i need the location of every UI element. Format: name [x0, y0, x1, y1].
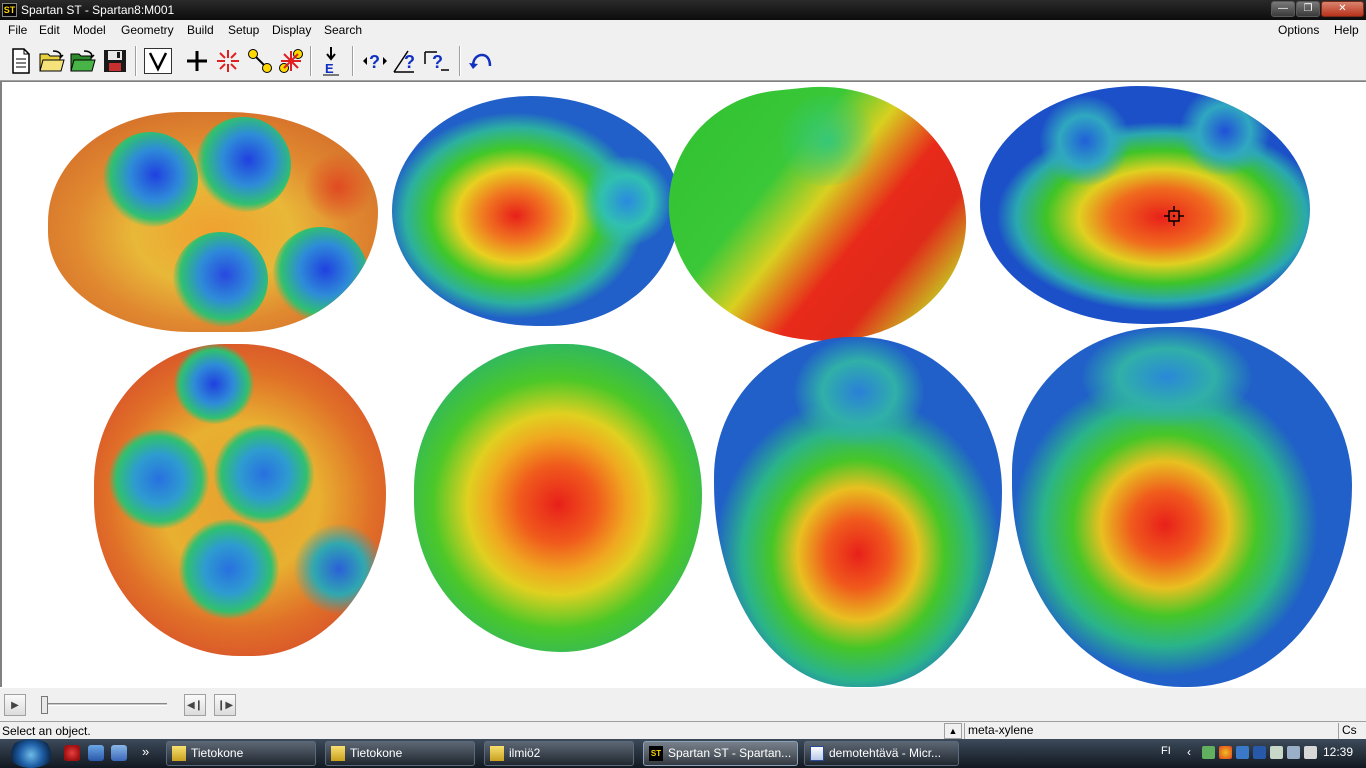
- title-bar: ST Spartan ST - Spartan8:M001 — ❐ ✕: [0, 0, 1366, 20]
- electrostatic-potential-map-3[interactable]: [657, 82, 978, 357]
- crosshair-cursor-icon: [1164, 206, 1184, 226]
- next-frame-button[interactable]: ❙▶: [214, 694, 236, 716]
- minimize-energy-icon[interactable]: E: [316, 45, 346, 77]
- tray-volume-icon[interactable]: [1304, 746, 1317, 759]
- molecule-viewport[interactable]: [0, 81, 1366, 687]
- toolbar: E ? ? ?: [0, 40, 1366, 81]
- break-bond-icon[interactable]: [276, 45, 306, 77]
- view-icon[interactable]: [143, 45, 173, 77]
- add-fragment-icon[interactable]: [182, 45, 212, 77]
- tray-expand-icon[interactable]: ‹: [1187, 745, 1191, 759]
- frame-slider-thumb[interactable]: [41, 696, 48, 714]
- restore-button[interactable]: ❐: [1296, 1, 1320, 17]
- menu-setup[interactable]: Setup: [228, 23, 259, 37]
- undo-icon[interactable]: [466, 45, 496, 77]
- menu-geometry[interactable]: Geometry: [121, 23, 174, 37]
- close-button[interactable]: ✕: [1321, 1, 1364, 17]
- tray-chrome-icon[interactable]: [1219, 746, 1232, 759]
- spartan-app-icon[interactable]: ST: [2, 3, 17, 17]
- taskbar-item-computer-1[interactable]: Tietokone: [166, 741, 316, 766]
- taskbar-item-spartan[interactable]: ST Spartan ST - Spartan...: [643, 741, 798, 766]
- measure-distance-icon[interactable]: ?: [360, 45, 390, 77]
- status-message: Select an object.: [2, 724, 91, 738]
- expand-arrow-icon[interactable]: ▲: [944, 723, 962, 739]
- electrostatic-potential-map-4[interactable]: [980, 86, 1310, 324]
- svg-text:E: E: [325, 61, 334, 76]
- electrostatic-potential-map-6[interactable]: [414, 344, 702, 652]
- electrostatic-potential-map-5[interactable]: [94, 344, 386, 656]
- open-recent-icon[interactable]: [68, 45, 98, 77]
- measure-angle-icon[interactable]: ?: [391, 45, 421, 77]
- molecule-name-field[interactable]: meta-xylene: [964, 723, 1338, 739]
- measure-dihedral-icon[interactable]: ?: [422, 45, 452, 77]
- point-group-label: Cs: [1338, 723, 1366, 739]
- menu-bar: File Edit Model Geometry Build Setup Dis…: [0, 20, 1366, 40]
- tray-network-drive-icon[interactable]: [1236, 746, 1249, 759]
- switch-windows-icon[interactable]: [111, 745, 127, 761]
- menu-search[interactable]: Search: [324, 23, 362, 37]
- electrostatic-potential-map-1[interactable]: [48, 112, 378, 332]
- svg-text:?: ?: [369, 52, 380, 72]
- status-bar: Select an object. ▲ meta-xylene Cs: [0, 721, 1366, 739]
- menu-build[interactable]: Build: [187, 23, 214, 37]
- play-button[interactable]: ▶: [4, 694, 26, 716]
- taskbar-item-computer-2[interactable]: Tietokone: [325, 741, 475, 766]
- menu-options[interactable]: Options: [1278, 23, 1319, 37]
- tray-network-icon[interactable]: [1287, 746, 1300, 759]
- taskbar: » Tietokone Tietokone ilmiö2 ST Spartan S…: [0, 739, 1366, 768]
- taskbar-item-folder[interactable]: ilmiö2: [484, 741, 634, 766]
- animation-controls: ▶ ◀❙ ❙▶: [0, 688, 1366, 721]
- electrostatic-potential-map-7[interactable]: [714, 337, 1002, 687]
- quicklaunch-app-icon[interactable]: [64, 745, 80, 761]
- save-icon[interactable]: [100, 45, 130, 77]
- delete-icon[interactable]: [213, 45, 243, 77]
- quicklaunch-overflow-icon[interactable]: »: [142, 744, 149, 759]
- electrostatic-potential-map-2[interactable]: [392, 96, 680, 326]
- tray-security-icon[interactable]: [1202, 746, 1215, 759]
- system-clock[interactable]: 12:39: [1323, 745, 1353, 759]
- open-folder-icon[interactable]: [37, 45, 67, 77]
- frame-slider-track[interactable]: [44, 703, 167, 706]
- make-bond-icon[interactable]: [245, 45, 275, 77]
- menu-model[interactable]: Model: [73, 23, 106, 37]
- previous-frame-button[interactable]: ◀❙: [184, 694, 206, 716]
- tray-battery-icon[interactable]: [1270, 746, 1283, 759]
- tray-app-icon[interactable]: [1253, 746, 1266, 759]
- taskbar-item-word[interactable]: demotehtävä - Micr...: [804, 741, 959, 766]
- menu-help[interactable]: Help: [1334, 23, 1359, 37]
- start-button[interactable]: [8, 739, 54, 768]
- menu-edit[interactable]: Edit: [39, 23, 60, 37]
- svg-text:?: ?: [404, 52, 415, 72]
- language-indicator[interactable]: FI: [1161, 745, 1171, 757]
- menu-display[interactable]: Display: [272, 23, 311, 37]
- svg-text:?: ?: [432, 52, 443, 72]
- new-file-icon[interactable]: [6, 45, 36, 77]
- show-desktop-icon[interactable]: [88, 745, 104, 761]
- minimize-button[interactable]: —: [1271, 1, 1295, 17]
- menu-file[interactable]: File: [8, 23, 27, 37]
- window-title: Spartan ST - Spartan8:M001: [21, 3, 175, 17]
- electrostatic-potential-map-8[interactable]: [1012, 327, 1352, 687]
